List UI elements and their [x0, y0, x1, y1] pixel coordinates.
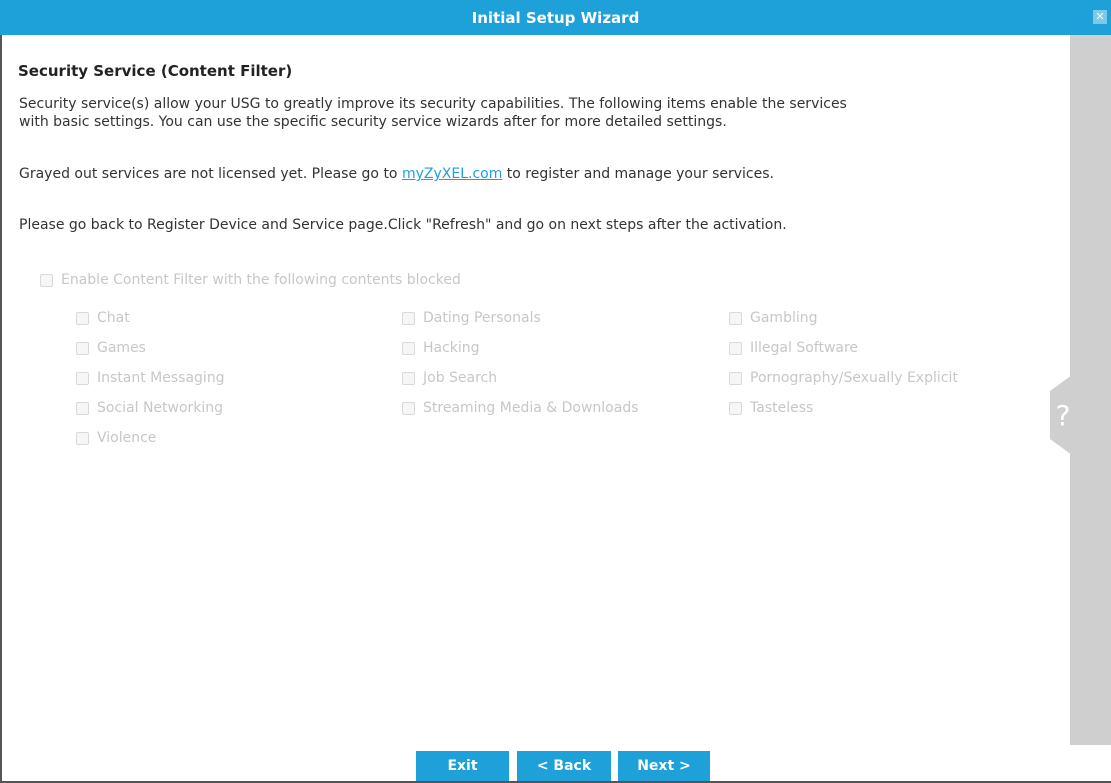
- section-header: Security Service (Content Filter): [18, 62, 1058, 80]
- checkbox-box[interactable]: [76, 311, 89, 325]
- help-tab[interactable]: ?: [1050, 375, 1072, 455]
- license-text: Grayed out services are not licensed yet…: [19, 165, 1049, 183]
- enable-content-filter-checkbox[interactable]: Enable Content Filter with the following…: [40, 272, 461, 288]
- category-label: Gambling: [750, 310, 818, 326]
- category-label: Chat: [97, 310, 130, 326]
- help-side-panel: [1070, 35, 1111, 745]
- checkbox-box[interactable]: [76, 341, 89, 355]
- category-instant-messaging[interactable]: Instant Messaging: [76, 370, 225, 386]
- category-label: Games: [97, 340, 146, 356]
- category-chat[interactable]: Chat: [76, 310, 130, 326]
- checkbox-box[interactable]: [76, 401, 89, 415]
- window-title: Initial Setup Wizard: [471, 8, 640, 27]
- checkbox-box[interactable]: [402, 371, 415, 385]
- category-games[interactable]: Games: [76, 340, 146, 356]
- category-label: Streaming Media & Downloads: [423, 400, 639, 416]
- checkbox-box[interactable]: [729, 311, 742, 325]
- category-label: Violence: [97, 430, 157, 446]
- category-illegal-software[interactable]: Illegal Software: [729, 340, 858, 356]
- myzyxel-link[interactable]: myZyXEL.com: [402, 166, 502, 182]
- intro-text: Security service(s) allow your USG to gr…: [19, 95, 1049, 131]
- category-job-search[interactable]: Job Search: [402, 370, 497, 386]
- license-text-before: Grayed out services are not licensed yet…: [19, 166, 402, 182]
- checkbox-box[interactable]: [40, 273, 53, 287]
- checkbox-box[interactable]: [402, 341, 415, 355]
- enable-content-filter-label: Enable Content Filter with the following…: [61, 272, 461, 288]
- section-title: Security Service (Content Filter): [18, 62, 293, 80]
- category-tasteless[interactable]: Tasteless: [729, 400, 813, 416]
- category-label: Hacking: [423, 340, 480, 356]
- next-button[interactable]: Next >: [618, 751, 710, 781]
- checkbox-box[interactable]: [729, 371, 742, 385]
- frame-left-border: [0, 35, 2, 783]
- category-label: Instant Messaging: [97, 370, 225, 386]
- category-social-networking[interactable]: Social Networking: [76, 400, 223, 416]
- intro-line-1: Security service(s) allow your USG to gr…: [19, 96, 847, 112]
- checkbox-box[interactable]: [76, 431, 89, 445]
- intro-line-2: with basic settings. You can use the spe…: [19, 114, 727, 130]
- category-pornography[interactable]: Pornography/Sexually Explicit: [729, 370, 958, 386]
- category-violence[interactable]: Violence: [76, 430, 156, 446]
- close-icon[interactable]: ✕: [1093, 10, 1107, 24]
- back-button[interactable]: < Back: [517, 751, 611, 781]
- checkbox-box[interactable]: [402, 311, 415, 325]
- category-dating-personals[interactable]: Dating Personals: [402, 310, 541, 326]
- license-text-after: to register and manage your services.: [502, 166, 774, 182]
- category-hacking[interactable]: Hacking: [402, 340, 480, 356]
- category-streaming-media[interactable]: Streaming Media & Downloads: [402, 400, 639, 416]
- checkbox-box[interactable]: [76, 371, 89, 385]
- category-label: Illegal Software: [750, 340, 859, 356]
- category-label: Social Networking: [97, 400, 224, 416]
- category-label: Tasteless: [750, 400, 814, 416]
- checkbox-box[interactable]: [729, 401, 742, 415]
- refresh-note: Please go back to Register Device and Se…: [19, 217, 787, 233]
- category-label: Dating Personals: [423, 310, 541, 326]
- category-label: Job Search: [423, 370, 498, 386]
- wizard-title-bar: Initial Setup Wizard ✕: [0, 0, 1111, 35]
- checkbox-box[interactable]: [402, 401, 415, 415]
- help-icon: ?: [1055, 398, 1071, 432]
- category-label: Pornography/Sexually Explicit: [750, 370, 958, 386]
- exit-button[interactable]: Exit: [416, 751, 509, 781]
- checkbox-box[interactable]: [729, 341, 742, 355]
- category-gambling[interactable]: Gambling: [729, 310, 818, 326]
